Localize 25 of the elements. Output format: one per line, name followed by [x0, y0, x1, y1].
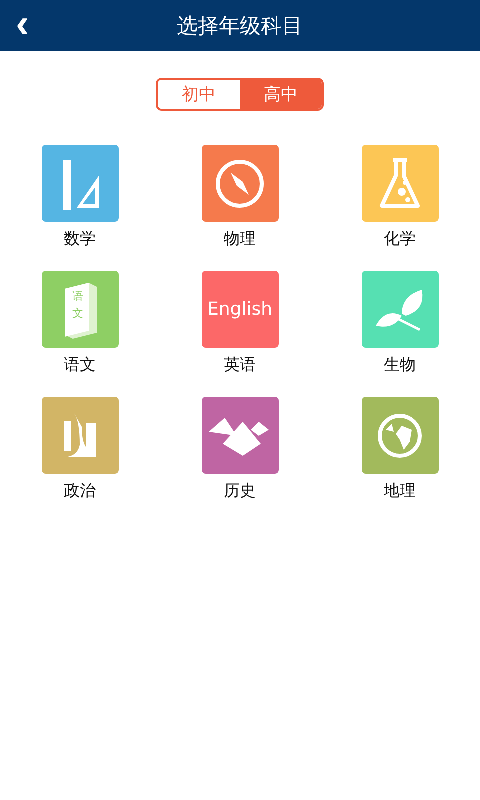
english-text: English [208, 299, 272, 320]
subject-label: 政治 [64, 480, 96, 502]
back-button[interactable]: ‹ [10, 6, 36, 42]
subject-label: 物理 [224, 228, 256, 250]
subject-label: 英语 [224, 354, 256, 376]
subject-label: 数学 [64, 228, 96, 250]
subject-tile[interactable] [362, 397, 438, 474]
subject-label: 化学 [384, 228, 416, 250]
subject-label: 地理 [384, 480, 416, 502]
subject-label: 生物 [384, 354, 416, 376]
subject-tile[interactable]: 语文 [42, 271, 118, 348]
subject-label: 历史 [224, 480, 256, 502]
subject-tile[interactable]: English [202, 271, 278, 348]
page-title: 选择年级科目 [177, 12, 303, 40]
subject-tile[interactable] [202, 397, 278, 474]
subject-tile[interactable] [202, 145, 278, 222]
subject-tile[interactable] [42, 145, 118, 222]
level-tab[interactable]: 高中 [240, 80, 322, 109]
subject-tile[interactable] [362, 271, 438, 348]
subject-label: 语文 [64, 354, 96, 376]
compass-icon [214, 158, 266, 210]
book-title: 语文 [72, 289, 84, 322]
subject-tile[interactable] [42, 397, 118, 474]
subject-tile[interactable] [362, 145, 438, 222]
globe-icon [376, 412, 424, 460]
